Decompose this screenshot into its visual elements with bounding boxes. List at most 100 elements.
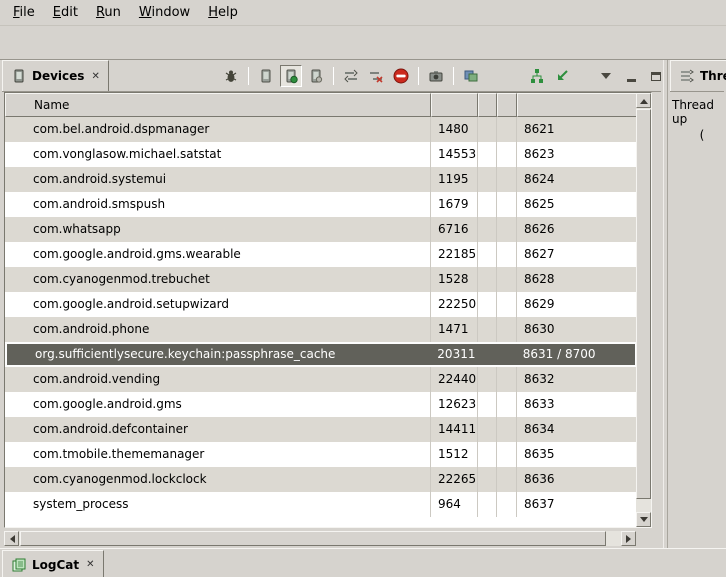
port-cell: 8627 xyxy=(517,242,637,267)
table-row-selected[interactable]: org.sufficientlysecure.keychain:passphra… xyxy=(5,342,637,367)
empty-cell xyxy=(497,442,517,467)
vertical-scrollbar[interactable] xyxy=(636,93,651,527)
threads-panel: Threads Thread up ( xyxy=(668,60,726,548)
empty-cell xyxy=(478,242,497,267)
port-cell: 8637 xyxy=(517,492,637,517)
port-cell: 8633 xyxy=(517,392,637,417)
scroll-left-icon[interactable] xyxy=(4,531,19,546)
column-header-port[interactable] xyxy=(517,93,637,117)
process-name-cell: system_process xyxy=(5,492,431,517)
table-row[interactable]: com.android.vending224408632 xyxy=(5,367,637,392)
tab-threads[interactable]: Threads xyxy=(670,60,726,91)
pid-cell: 20311 xyxy=(430,344,477,365)
table-row[interactable]: com.tmobile.thememanager15128635 xyxy=(5,442,637,467)
scroll-right-icon[interactable] xyxy=(621,531,636,546)
table-row[interactable]: com.android.smspush16798625 xyxy=(5,192,637,217)
table-row[interactable]: com.cyanogenmod.lockclock22265 8636 xyxy=(5,467,637,492)
table-row[interactable]: com.vonglasow.michael.satstat145538623 xyxy=(5,142,637,167)
table-row[interactable]: com.bel.android.dspmanager1480 8621 xyxy=(5,117,637,142)
empty-cell xyxy=(497,467,517,492)
screen-capture-icon[interactable] xyxy=(425,65,447,87)
toolbar-separator xyxy=(418,67,419,85)
pid-cell: 1471 xyxy=(431,317,478,342)
empty-cell xyxy=(478,467,497,492)
ddms-toolbar xyxy=(220,62,667,90)
pid-cell: 22265 xyxy=(431,467,478,492)
scroll-up-icon[interactable] xyxy=(636,93,651,108)
empty-cell xyxy=(478,267,497,292)
tab-devices[interactable]: Devices ✕ xyxy=(2,60,109,91)
table-row[interactable]: com.cyanogenmod.trebuchet15288628 xyxy=(5,267,637,292)
table-row[interactable]: com.google.android.gms126238633 xyxy=(5,392,637,417)
process-name-cell: com.android.systemui xyxy=(5,167,431,192)
column-header-4[interactable] xyxy=(497,93,517,117)
view-menu-icon[interactable] xyxy=(595,65,617,87)
bottom-bar: LogCat ✕ xyxy=(0,548,726,577)
scroll-down-icon[interactable] xyxy=(636,512,651,527)
port-cell: 8624 xyxy=(517,167,637,192)
process-name-cell: com.cyanogenmod.lockclock xyxy=(5,467,431,492)
port-cell: 8632 xyxy=(517,367,637,392)
table-body: com.bel.android.dspmanager14808621com.vo… xyxy=(5,117,637,527)
heap-updates-icon[interactable] xyxy=(280,65,302,87)
port-cell: 8623 xyxy=(517,142,637,167)
table-row[interactable]: com.android.systemui1195 8624 xyxy=(5,167,637,192)
stop-process-icon[interactable] xyxy=(390,65,412,87)
update-threads-icon[interactable] xyxy=(340,65,362,87)
menu-item-window[interactable]: Window xyxy=(130,2,199,23)
tab-close-icon[interactable]: ✕ xyxy=(91,71,99,82)
horizontal-scroll-thumb[interactable] xyxy=(20,531,606,546)
column-header-pid[interactable] xyxy=(431,93,478,117)
empty-cell xyxy=(478,117,497,142)
table-row[interactable]: com.google.android.setupwizard222508629 xyxy=(5,292,637,317)
menu-item-help[interactable]: Help xyxy=(199,2,247,23)
table-row[interactable]: com.android.defcontainer144118634 xyxy=(5,417,637,442)
menu-item-run[interactable]: Run xyxy=(87,2,130,23)
pid-cell: 22440 xyxy=(431,367,478,392)
update-heap-icon[interactable] xyxy=(255,65,277,87)
table-row[interactable]: com.whatsapp67168626 xyxy=(5,217,637,242)
process-name-cell: com.vonglasow.michael.satstat xyxy=(5,142,431,167)
minimize-icon[interactable] xyxy=(620,65,642,87)
process-name-cell: com.bel.android.dspmanager xyxy=(5,117,431,142)
hierarchy-view-icon[interactable] xyxy=(526,65,548,87)
table-row[interactable]: com.google.android.gms.wearable221858627 xyxy=(5,242,637,267)
tab-devices-label: Devices xyxy=(32,69,84,83)
column-header-3[interactable] xyxy=(478,93,497,117)
vertical-scroll-thumb[interactable] xyxy=(636,109,651,499)
report-icon[interactable] xyxy=(460,65,482,87)
method-profiling-icon[interactable] xyxy=(365,65,387,87)
logcat-icon xyxy=(11,557,27,573)
empty-cell xyxy=(497,292,517,317)
cause-gc-icon[interactable] xyxy=(305,65,327,87)
table-row[interactable]: com.android.phone14718630 xyxy=(5,317,637,342)
pid-cell: 1679 xyxy=(431,192,478,217)
empty-cell xyxy=(497,417,517,442)
tab-threads-label: Threads xyxy=(700,69,726,83)
pid-cell: 1480 xyxy=(431,117,478,142)
threads-tabbar: Threads xyxy=(670,60,724,92)
process-name-cell: com.android.smspush xyxy=(5,192,431,217)
port-cell: 8621 xyxy=(517,117,637,142)
pid-cell: 1195 xyxy=(431,167,478,192)
menu-item-edit[interactable]: Edit xyxy=(44,2,87,23)
empty-cell xyxy=(497,267,517,292)
empty-cell xyxy=(497,242,517,267)
port-cell: 8636 xyxy=(517,467,637,492)
menu-item-file[interactable]: File xyxy=(4,2,44,23)
empty-cell xyxy=(478,367,497,392)
tab-close-icon[interactable]: ✕ xyxy=(86,559,94,570)
pixel-perfect-icon[interactable] xyxy=(551,65,573,87)
empty-cell xyxy=(478,142,497,167)
debug-icon[interactable] xyxy=(220,65,242,87)
tab-logcat-label: LogCat xyxy=(32,558,79,572)
empty-cell xyxy=(497,217,517,242)
pid-cell: 14411 xyxy=(431,417,478,442)
horizontal-scrollbar[interactable] xyxy=(4,531,636,546)
table-row[interactable]: system_process9648637 xyxy=(5,492,637,517)
empty-cell xyxy=(478,392,497,417)
column-header-name[interactable]: Name xyxy=(5,93,431,117)
port-cell: 8634 xyxy=(517,417,637,442)
tab-logcat[interactable]: LogCat ✕ xyxy=(2,550,104,577)
empty-cell xyxy=(477,344,496,365)
